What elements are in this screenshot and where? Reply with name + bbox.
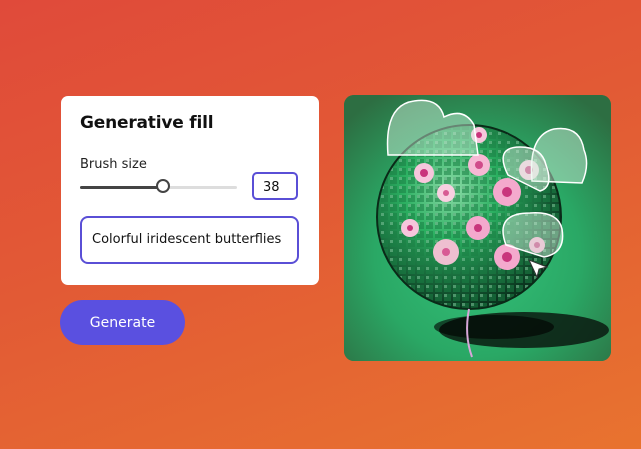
panel-title: Generative fill <box>80 113 214 133</box>
generative-fill-panel: Generative fill Brush size 38 Colorful i… <box>61 96 319 285</box>
brush-size-slider[interactable] <box>80 179 237 193</box>
generate-button[interactable]: Generate <box>60 300 185 345</box>
disco-ball-illustration <box>344 95 611 361</box>
slider-thumb[interactable] <box>156 179 171 193</box>
brush-size-input[interactable]: 38 <box>252 172 298 200</box>
brush-size-label: Brush size <box>80 157 147 172</box>
disco-ball-image[interactable] <box>344 95 611 361</box>
prompt-input[interactable]: Colorful iridescent butterflies <box>80 216 299 264</box>
slider-fill <box>80 186 164 189</box>
